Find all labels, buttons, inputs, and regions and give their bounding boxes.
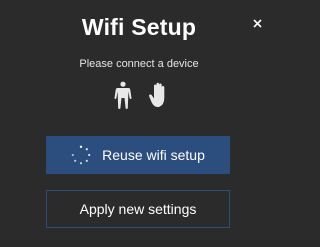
device-icons: [112, 81, 168, 109]
apply-new-settings-button[interactable]: Apply new settings: [46, 190, 230, 228]
reuse-wifi-setup-button[interactable]: Reuse wifi setup: [46, 136, 230, 174]
hand-icon: [149, 82, 165, 107]
dialog-subtitle: Please connect a device: [79, 58, 199, 70]
wifi-setup-dialog: Wifi Setup Please connect a device Reuse…: [0, 0, 278, 247]
person-silhouette-icon: [114, 81, 132, 109]
close-button[interactable]: [250, 16, 264, 30]
reuse-wifi-setup-label: Reuse wifi setup: [102, 147, 205, 163]
close-icon[interactable]: [252, 18, 262, 28]
loading-spinner-icon: [71, 145, 91, 165]
dialog-title: Wifi Setup: [81, 14, 197, 40]
apply-new-settings-label: Apply new settings: [79, 201, 197, 217]
